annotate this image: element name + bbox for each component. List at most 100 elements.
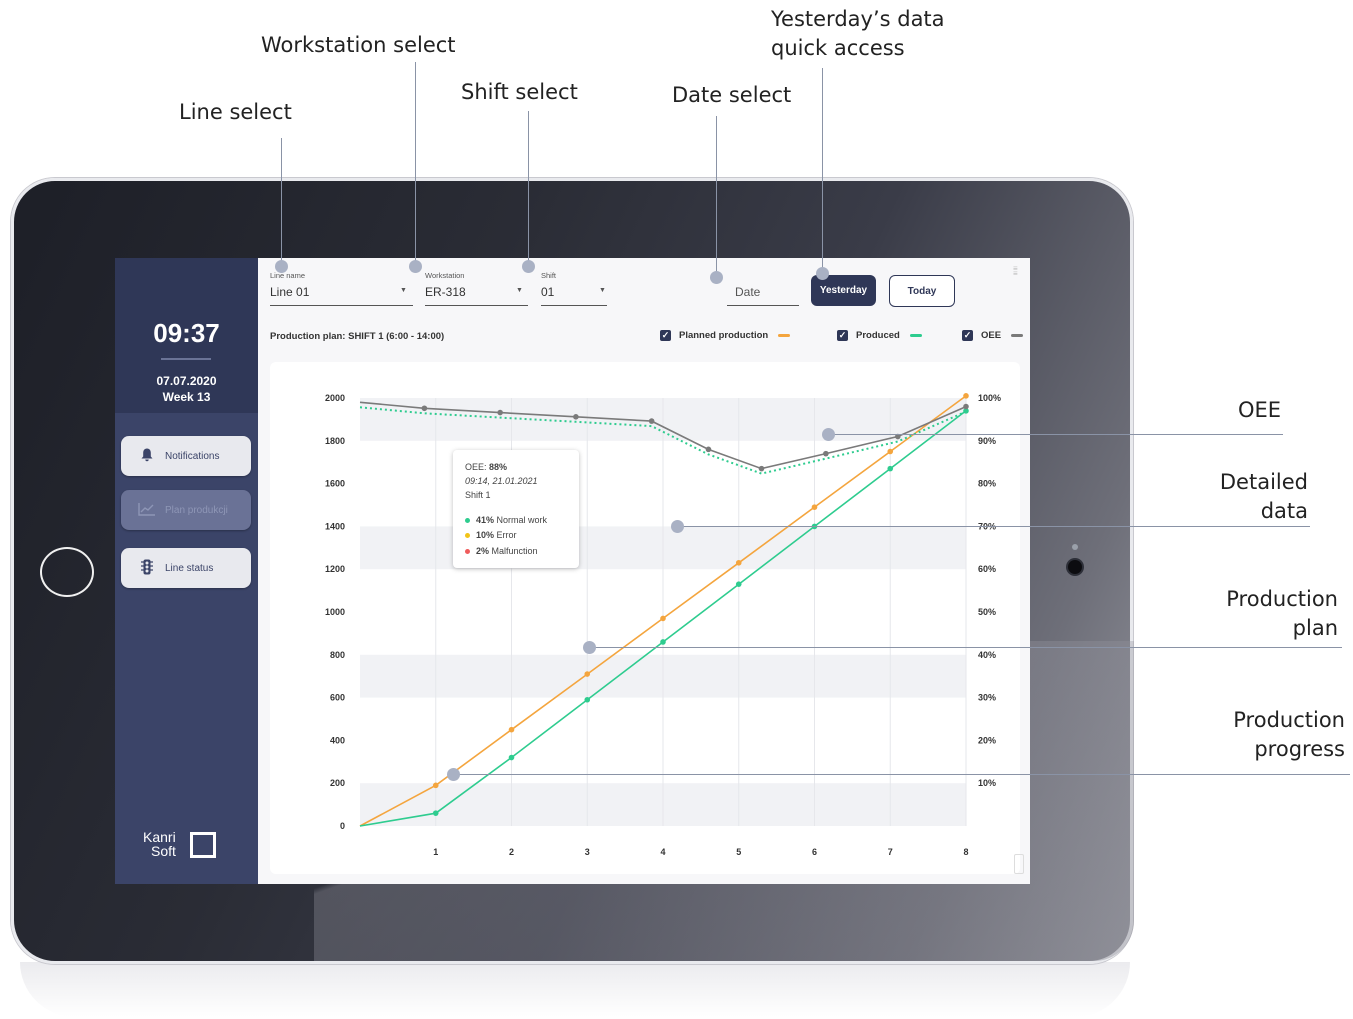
callout-dot-date bbox=[710, 271, 723, 284]
y2-tick-label: 100% bbox=[978, 393, 1001, 403]
tooltip-oee-value: 88% bbox=[489, 462, 508, 472]
annotation-shift-select: Shift select bbox=[461, 80, 578, 104]
x-tick-label: 4 bbox=[660, 847, 665, 857]
sidebar-header bbox=[115, 258, 258, 306]
tooltip-error-label: Error bbox=[496, 530, 517, 540]
series-point-0 bbox=[508, 726, 515, 733]
line-select-value[interactable]: Line 01 bbox=[270, 285, 309, 299]
home-button bbox=[40, 547, 94, 597]
annotation-yesterday-line1: Yesterday’s data bbox=[771, 7, 945, 31]
series-point-2 bbox=[573, 414, 579, 420]
annotation-detailed-line1: Detailed bbox=[1219, 470, 1308, 494]
tooltip-normal-pct: 41% bbox=[476, 515, 495, 525]
legend-produced-label: Produced bbox=[856, 330, 900, 341]
legend-oee[interactable]: ✓ OEE bbox=[962, 330, 1024, 341]
y-tick-label: 600 bbox=[330, 693, 345, 703]
callout-dot-plan bbox=[583, 641, 596, 654]
camera bbox=[1068, 560, 1082, 574]
line-status-button[interactable]: Line status bbox=[121, 548, 251, 588]
date-input[interactable]: Date bbox=[735, 285, 760, 299]
annotation-plan: Production plan bbox=[1226, 585, 1338, 643]
workstation-select-caret-icon[interactable]: ▼ bbox=[516, 287, 523, 294]
line-select-caret-icon[interactable]: ▼ bbox=[400, 287, 407, 294]
y-tick-label: 1800 bbox=[325, 436, 345, 446]
series-point-2 bbox=[823, 450, 829, 457]
y2-tick-label: 50% bbox=[978, 607, 996, 617]
tooltip-error-pct: 10% bbox=[476, 530, 495, 540]
kanrisoft-logo: Kanri Soft bbox=[143, 830, 176, 858]
today-button[interactable]: Today bbox=[889, 275, 955, 307]
plan-label: Plan produkcji bbox=[165, 504, 228, 516]
series-point-2 bbox=[421, 405, 428, 412]
annotation-yesterday-line2: quick access bbox=[771, 36, 905, 60]
line-select-underline bbox=[270, 305, 413, 306]
workstation-select-value[interactable]: ER-318 bbox=[425, 285, 466, 299]
legend-planned[interactable]: ✓ Planned production bbox=[660, 330, 791, 341]
chart-card: 2000 1800 1600 1400 1200 1000 800 600 400 200 0 100… bbox=[270, 362, 1020, 874]
detail-tooltip: OEE: 88% 09:14, 21.01.2021 Shift 1 41% N… bbox=[453, 450, 579, 568]
tablet-reflection bbox=[20, 962, 1130, 1017]
x-tick-label: 8 bbox=[963, 847, 968, 857]
series-point-0 bbox=[887, 448, 894, 455]
tooltip-oee: OEE: 88% bbox=[465, 462, 507, 472]
y-tick-label: 1200 bbox=[325, 564, 345, 574]
series-point-2 bbox=[758, 465, 765, 472]
plan-button[interactable]: Plan produkcji bbox=[121, 490, 251, 530]
callout-dot-oee bbox=[822, 428, 835, 441]
logo-text-top: Kanri bbox=[143, 829, 176, 845]
y-tick-label: 400 bbox=[330, 735, 345, 745]
normal-dot-icon bbox=[465, 518, 470, 524]
shift-select-value[interactable]: 01 bbox=[541, 285, 554, 299]
callout-line-shift bbox=[528, 111, 529, 266]
app-screen: 09:37 07.07.2020 Week 13 Notifications P… bbox=[115, 258, 1030, 884]
chart-icon bbox=[137, 502, 157, 519]
error-dot-icon bbox=[465, 533, 470, 539]
series-point-0 bbox=[735, 559, 742, 566]
annotation-detailed: Detailed data bbox=[1220, 468, 1308, 526]
callout-dot-shift bbox=[522, 260, 535, 273]
y-tick-label: 200 bbox=[330, 778, 345, 788]
tooltip-malf-row: 2% Malfunction bbox=[465, 546, 538, 556]
legend-planned-label: Planned production bbox=[679, 330, 769, 341]
annotation-line-select: Line select bbox=[179, 100, 292, 124]
shift-select-caret-icon[interactable]: ▼ bbox=[599, 287, 606, 294]
callout-line-line-select bbox=[281, 138, 282, 266]
legend-planned-swatch bbox=[778, 334, 791, 337]
workstation-select-underline bbox=[425, 305, 528, 306]
x-tick-label: 2 bbox=[509, 847, 514, 857]
menu-icon[interactable]: ≡ ≡ bbox=[1013, 265, 1018, 278]
clock-panel: 09:37 07.07.2020 Week 13 bbox=[115, 306, 258, 413]
checkbox-oee-icon[interactable]: ✓ bbox=[962, 330, 973, 341]
callout-dot-progress bbox=[447, 768, 460, 781]
y2-tick-label: 80% bbox=[978, 479, 996, 489]
bell-icon bbox=[137, 448, 157, 465]
series-point-1 bbox=[887, 465, 894, 472]
annotation-detailed-line2: data bbox=[1260, 499, 1308, 523]
scroll-handle[interactable] bbox=[1014, 854, 1024, 874]
callout-line-date bbox=[716, 116, 717, 277]
series-point-0 bbox=[963, 393, 969, 399]
checkbox-planned-icon[interactable]: ✓ bbox=[660, 330, 671, 341]
sidebar: 09:37 07.07.2020 Week 13 Notifications P… bbox=[115, 258, 258, 884]
series-point-2 bbox=[963, 403, 969, 410]
callout-line-yesterday bbox=[822, 68, 823, 273]
y2-tick-label: 30% bbox=[978, 693, 996, 703]
y2-tick-label: 20% bbox=[978, 735, 996, 745]
line-select-label: Line name bbox=[270, 271, 306, 280]
annotation-progress-line1: Production bbox=[1233, 708, 1345, 732]
tooltip-malf-pct: 2% bbox=[476, 546, 490, 556]
clock-date: 07.07.2020 bbox=[156, 374, 217, 388]
x-tick-label: 3 bbox=[585, 847, 590, 857]
series-point-0 bbox=[584, 671, 591, 677]
legend-produced[interactable]: ✓ Produced bbox=[837, 330, 922, 341]
y2-tick-label: 10% bbox=[978, 778, 996, 788]
tooltip-malf-label: Malfunction bbox=[491, 546, 538, 556]
checkbox-produced-icon[interactable]: ✓ bbox=[837, 330, 848, 341]
shift-select-label: Shift bbox=[541, 271, 557, 280]
series-point-1 bbox=[432, 810, 439, 816]
notifications-button[interactable]: Notifications bbox=[121, 436, 251, 476]
series-point-0 bbox=[432, 782, 439, 789]
x-tick-label: 1 bbox=[433, 847, 438, 857]
tooltip-oee-label: OEE: bbox=[465, 462, 487, 472]
malfunction-dot-icon bbox=[465, 549, 470, 555]
